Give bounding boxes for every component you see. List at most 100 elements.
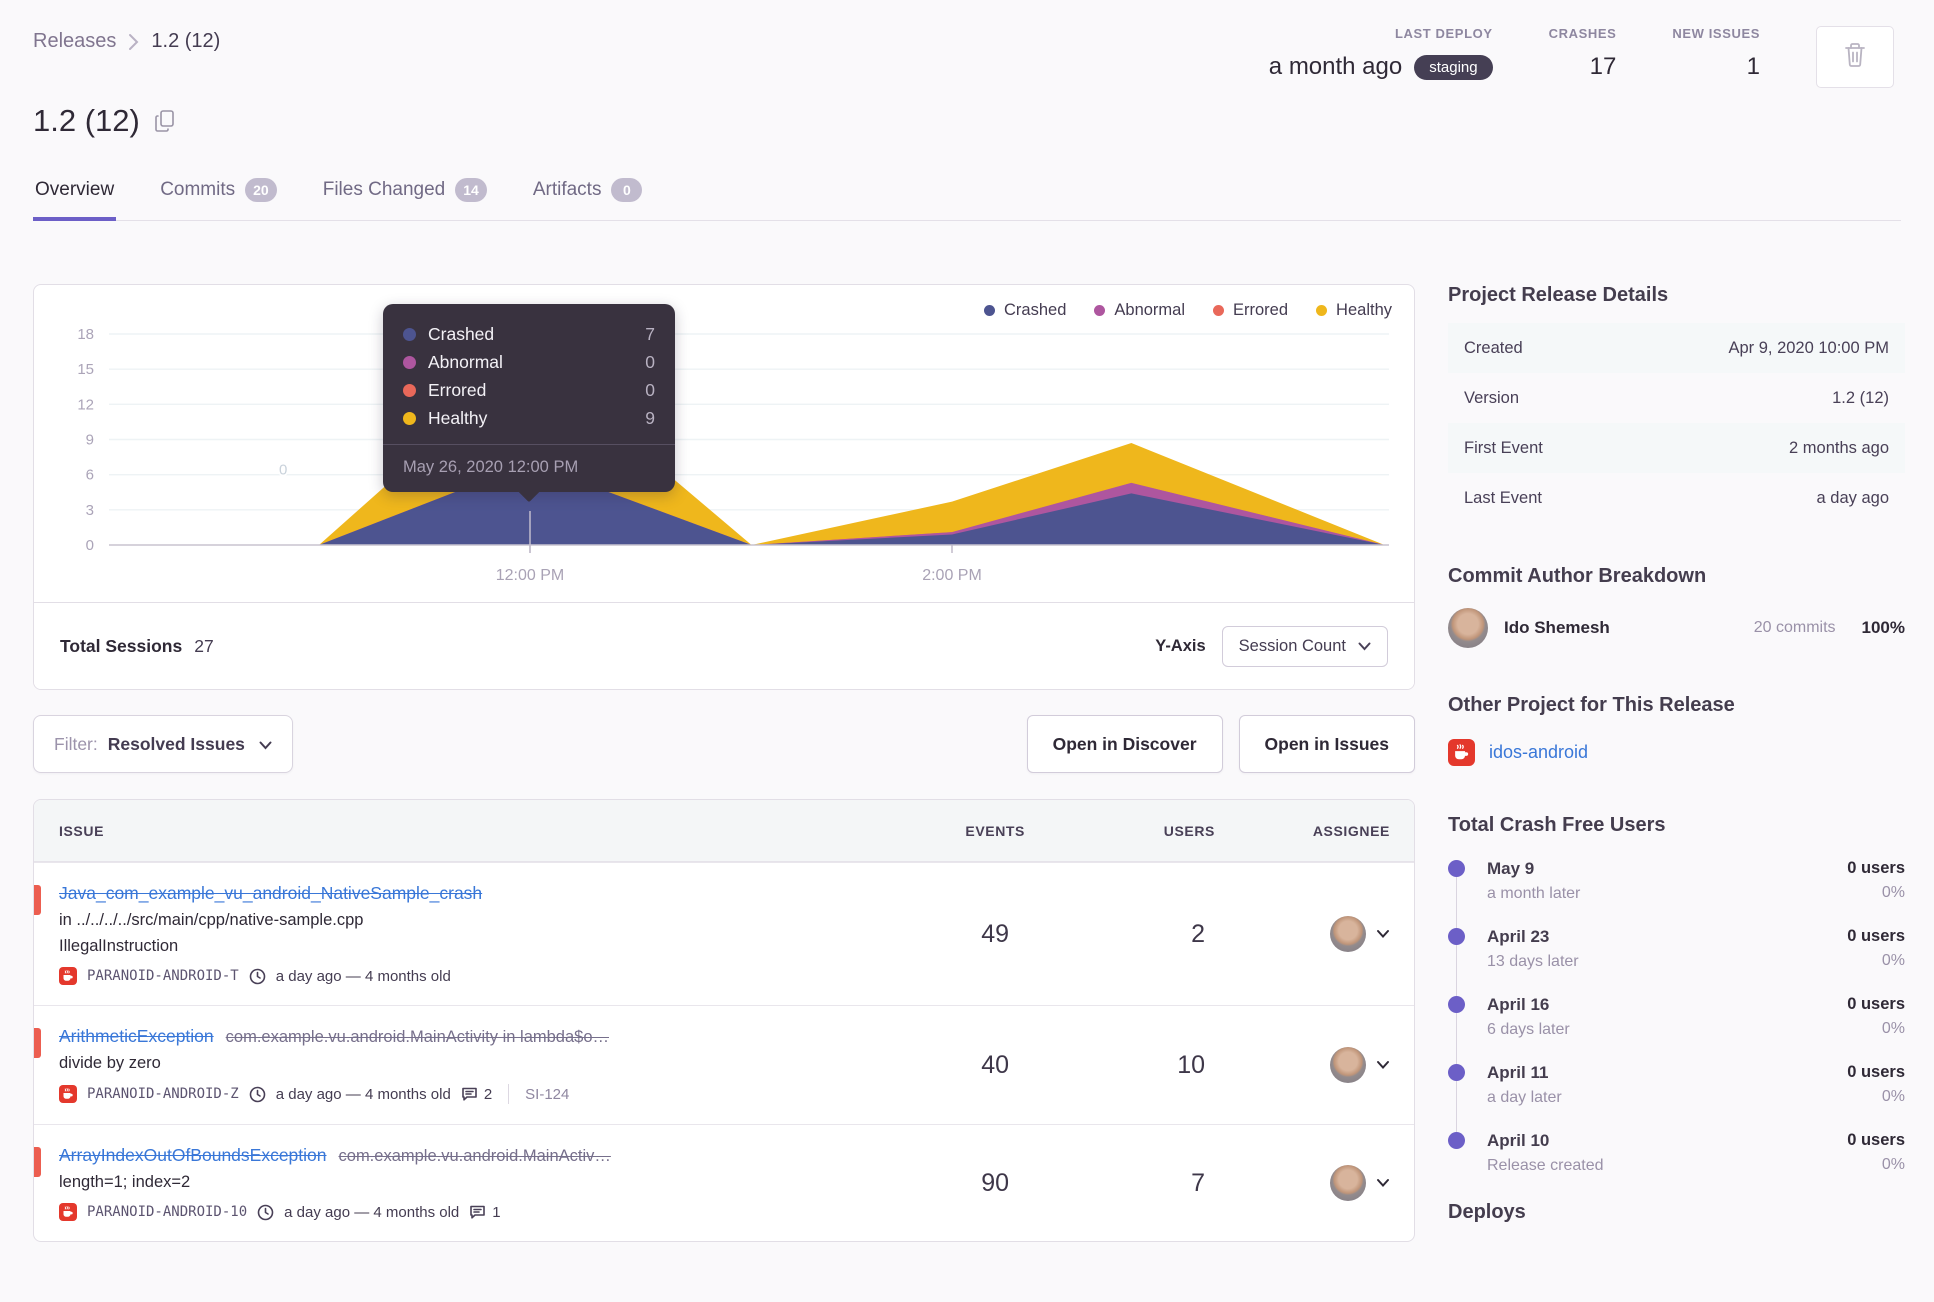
legend-item-abnormal[interactable]: Abnormal [1094, 301, 1185, 320]
svg-text:3: 3 [86, 502, 94, 519]
delete-release-button[interactable] [1816, 26, 1894, 88]
chevron-down-icon[interactable] [1376, 1060, 1390, 1070]
timeline-dot-icon [1448, 860, 1465, 877]
svg-text:6: 6 [86, 467, 94, 484]
breadcrumb: Releases 1.2 (12) [33, 30, 220, 53]
sessions-area-chart: 0 3 6 9 12 15 18 12:00 PM 2:00 PM 0 [77, 326, 1389, 584]
timeline-item: May 9 a month later 0 users 0% [1448, 859, 1905, 903]
section-heading: Other Project for This Release [1448, 694, 1735, 716]
tab-badge: 14 [455, 178, 487, 202]
legend-item-errored[interactable]: Errored [1213, 301, 1288, 320]
tooltip-dot [403, 355, 416, 369]
timeline-dot-icon [1448, 1064, 1465, 1081]
new-issues-value: 1 [1746, 53, 1760, 80]
assignee-avatar[interactable] [1330, 916, 1366, 952]
open-in-discover-button[interactable]: Open in Discover [1026, 715, 1223, 773]
kv-row-created: Created Apr 9, 2020 10:00 PM [1448, 323, 1905, 373]
tooltip-dot [403, 383, 416, 397]
unhandled-indicator [34, 1028, 41, 1058]
author-avatar [1448, 608, 1488, 648]
other-project-section: Other Project for This Release idos-andr… [1448, 694, 1905, 766]
assignee-avatar[interactable] [1330, 1165, 1366, 1201]
svg-text:9: 9 [86, 432, 94, 449]
issues-table: ISSUE EVENTS USERS ASSIGNEE Java_com_exa… [33, 799, 1415, 1242]
unhandled-indicator [34, 1147, 41, 1177]
stat-crashes: CRASHES 17 [1548, 26, 1617, 80]
comment-count: 1 [492, 1203, 501, 1221]
other-project-link[interactable]: idos-android [1489, 742, 1588, 763]
tab-artifacts[interactable]: Artifacts 0 [531, 176, 645, 220]
issue-link[interactable]: Java_com_example_vu_android_NativeSample… [59, 883, 482, 903]
project-slug: PARANOID-ANDROID-T [87, 968, 239, 984]
svg-text:12:00 PM: 12:00 PM [496, 567, 564, 584]
yaxis-select[interactable]: Session Count [1221, 625, 1388, 667]
total-sessions-label: Total Sessions [60, 635, 183, 656]
chevron-down-icon[interactable] [1376, 929, 1390, 939]
clock-icon [257, 1204, 274, 1221]
legend-dot [1213, 305, 1225, 316]
issues-table-header: ISSUE EVENTS USERS ASSIGNEE [34, 800, 1414, 862]
java-platform-icon [1448, 739, 1475, 766]
issue-link[interactable]: ArrayIndexOutOfBoundsException [59, 1145, 327, 1165]
legend-dot [1094, 305, 1106, 316]
legend-item-healthy[interactable]: Healthy [1316, 301, 1392, 320]
chevron-down-icon[interactable] [1376, 1178, 1390, 1188]
svg-text:0: 0 [86, 537, 94, 554]
tab-overview[interactable]: Overview [33, 176, 117, 221]
kv-row-first-event: First Event 2 months ago [1448, 423, 1905, 473]
tab-files-changed[interactable]: Files Changed 14 [321, 176, 489, 220]
unhandled-indicator [34, 885, 41, 915]
legend-dot [984, 305, 996, 316]
chevron-right-icon [128, 33, 139, 51]
svg-text:0: 0 [279, 462, 287, 479]
issue-age: a day ago — 4 months old [275, 967, 451, 985]
copy-icon[interactable] [154, 109, 176, 133]
comment-icon [469, 1204, 486, 1220]
deploys-heading: Deploys [1448, 1201, 1526, 1223]
events-count: 90 [981, 1168, 1009, 1197]
kv-row-version: Version 1.2 (12) [1464, 388, 1889, 407]
last-deploy-value: a month ago [1268, 53, 1403, 80]
release-overview-page: Releases 1.2 (12) LAST DEPLOY a month ag… [0, 0, 1934, 1302]
issue-age: a day ago — 4 months old [275, 1085, 451, 1103]
main-column: 0 3 6 9 12 15 18 12:00 PM 2:00 PM 0 Crashed Abnor… [33, 284, 1415, 1242]
assignee-avatar[interactable] [1330, 1047, 1366, 1083]
tab-badge: 0 [611, 178, 643, 202]
stat-new-issues: NEW ISSUES 1 [1672, 26, 1760, 80]
chart-footer: Total Sessions 27 Y-Axis Session Count [34, 602, 1414, 689]
chevron-down-icon [1358, 637, 1371, 656]
crashes-value: 17 [1589, 53, 1617, 80]
issues-filter-select[interactable]: Filter: Resolved Issues [33, 715, 293, 773]
issue-message: divide by zero [59, 1054, 161, 1072]
total-sessions-value: 27 [194, 635, 214, 656]
kv-row-last-event: Last Event a day ago [1464, 488, 1889, 507]
trash-icon [1843, 42, 1867, 73]
events-count: 40 [981, 1050, 1009, 1079]
issue-link[interactable]: ArithmeticException [59, 1026, 214, 1046]
issue-message: length=1; index=2 [59, 1173, 191, 1191]
java-platform-icon [59, 1203, 77, 1221]
author-row: Ido Shemesh 20 commits 100% [1448, 608, 1905, 648]
clock-icon [249, 968, 266, 985]
sessions-chart-card: 0 3 6 9 12 15 18 12:00 PM 2:00 PM 0 Crashed Abnor… [33, 284, 1415, 690]
events-count: 49 [981, 919, 1009, 948]
table-row: ArithmeticException com.example.vu.androi… [34, 1005, 1414, 1124]
timeline-dot-icon [1448, 1132, 1465, 1149]
tab-badge: 20 [245, 178, 277, 202]
breadcrumb-releases-link[interactable]: Releases [33, 30, 116, 53]
timeline-dot-icon [1448, 996, 1465, 1013]
tab-commits[interactable]: Commits 20 [158, 176, 279, 220]
users-count: 7 [1191, 1168, 1205, 1197]
chevron-down-icon [259, 734, 272, 755]
chart-tooltip: Crashed 7 Abnormal 0 Errored 0 Healthy 9 [383, 304, 675, 503]
java-platform-icon [59, 967, 77, 985]
crash-free-section: Total Crash Free Users May 9 a month lat… [1448, 814, 1905, 1175]
open-in-issues-button[interactable]: Open in Issues [1238, 715, 1415, 773]
svg-text:18: 18 [77, 326, 94, 343]
tooltip-dot [403, 411, 416, 425]
issue-age: a day ago — 4 months old [284, 1203, 460, 1221]
author-name: Ido Shemesh [1504, 618, 1610, 637]
legend-item-crashed[interactable]: Crashed [984, 301, 1066, 320]
users-count: 10 [1177, 1050, 1205, 1079]
commit-author-section: Commit Author Breakdown Ido Shemesh 20 c… [1448, 565, 1905, 648]
